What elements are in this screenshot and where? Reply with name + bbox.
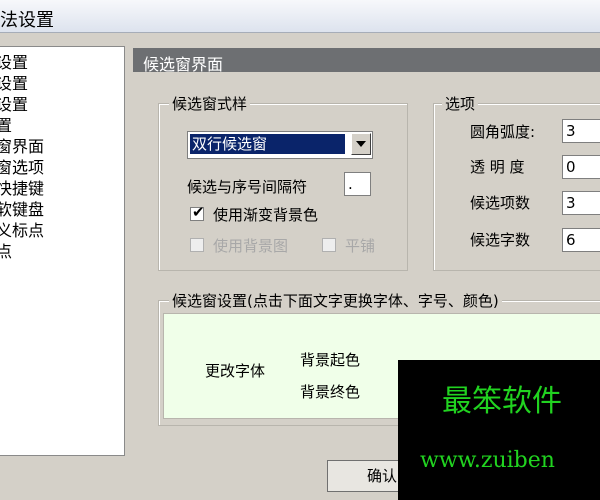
section-title: 候选窗界面 xyxy=(143,55,224,74)
bgimage-checkbox[interactable] xyxy=(190,238,204,252)
opacity-input[interactable]: 0 xyxy=(562,155,600,179)
title-bar: 法设置 xyxy=(0,0,600,33)
bg-start-color-link[interactable]: 背景起色 xyxy=(300,349,360,370)
separator-input[interactable]: . xyxy=(344,172,371,196)
window-style-value: 双行候选窗 xyxy=(190,134,345,154)
tree-item-candidate-ui[interactable]: 窗界面 xyxy=(0,137,44,157)
radius-input[interactable]: 3 xyxy=(562,119,600,143)
tree-item-custom-punctuation[interactable]: 义标点 xyxy=(0,221,44,241)
radius-label: 圆角弧度: xyxy=(470,123,536,141)
bg-end-color-link[interactable]: 背景终色 xyxy=(300,381,360,402)
settings-group-title: 候选窗设置(点击下面文字更换字体、字号、颜色) xyxy=(169,290,502,311)
candidate-count-input[interactable]: 3 xyxy=(562,191,600,215)
watermark-line2: www.zuiben xyxy=(420,448,555,473)
gradient-checkbox[interactable]: ✔ xyxy=(190,203,205,221)
tree-item-soft-keyboard[interactable]: 软键盘 xyxy=(0,200,44,220)
tree-item[interactable]: 设置 xyxy=(0,53,28,73)
window-title: 法设置 xyxy=(0,10,54,31)
window-style-dropdown[interactable]: 双行候选窗 xyxy=(187,131,373,159)
candidate-count-label: 候选项数 xyxy=(470,194,531,212)
opacity-label: 透 明 度 xyxy=(470,158,525,176)
tree-item[interactable]: 置 xyxy=(0,116,12,136)
checkmark-icon: ✔ xyxy=(192,203,205,221)
separator-label: 候选与序号间隔符 xyxy=(187,178,308,196)
tree-item-candidate-options[interactable]: 窗选项 xyxy=(0,158,44,178)
bgimage-label: 使用背景图 xyxy=(213,237,289,255)
style-group-title: 候选窗式样 xyxy=(169,93,251,114)
candidate-chars-label: 候选字数 xyxy=(470,231,531,249)
options-group-title: 选项 xyxy=(442,93,479,114)
gradient-label: 使用渐变背景色 xyxy=(213,206,319,224)
tile-label: 平铺 xyxy=(345,237,376,255)
section-header: 候选窗界面 xyxy=(133,48,600,74)
tile-checkbox[interactable] xyxy=(322,238,336,252)
tree-item[interactable]: 设置 xyxy=(0,74,28,94)
watermark-line1: 最笨软件 xyxy=(442,384,562,419)
tree-item[interactable]: 设置 xyxy=(0,95,28,115)
chevron-down-icon[interactable] xyxy=(351,133,371,155)
settings-tree[interactable]: 设置 设置 设置 置 窗界面 窗选项 快捷键 软键盘 义标点 点 xyxy=(0,46,125,456)
candidate-chars-input[interactable]: 6 xyxy=(562,228,600,252)
tree-item-hotkeys[interactable]: 快捷键 xyxy=(0,179,44,199)
watermark-overlay: 最笨软件 www.zuiben xyxy=(398,360,600,500)
tree-item[interactable]: 点 xyxy=(0,242,12,262)
change-font-link[interactable]: 更改字体 xyxy=(205,360,265,381)
